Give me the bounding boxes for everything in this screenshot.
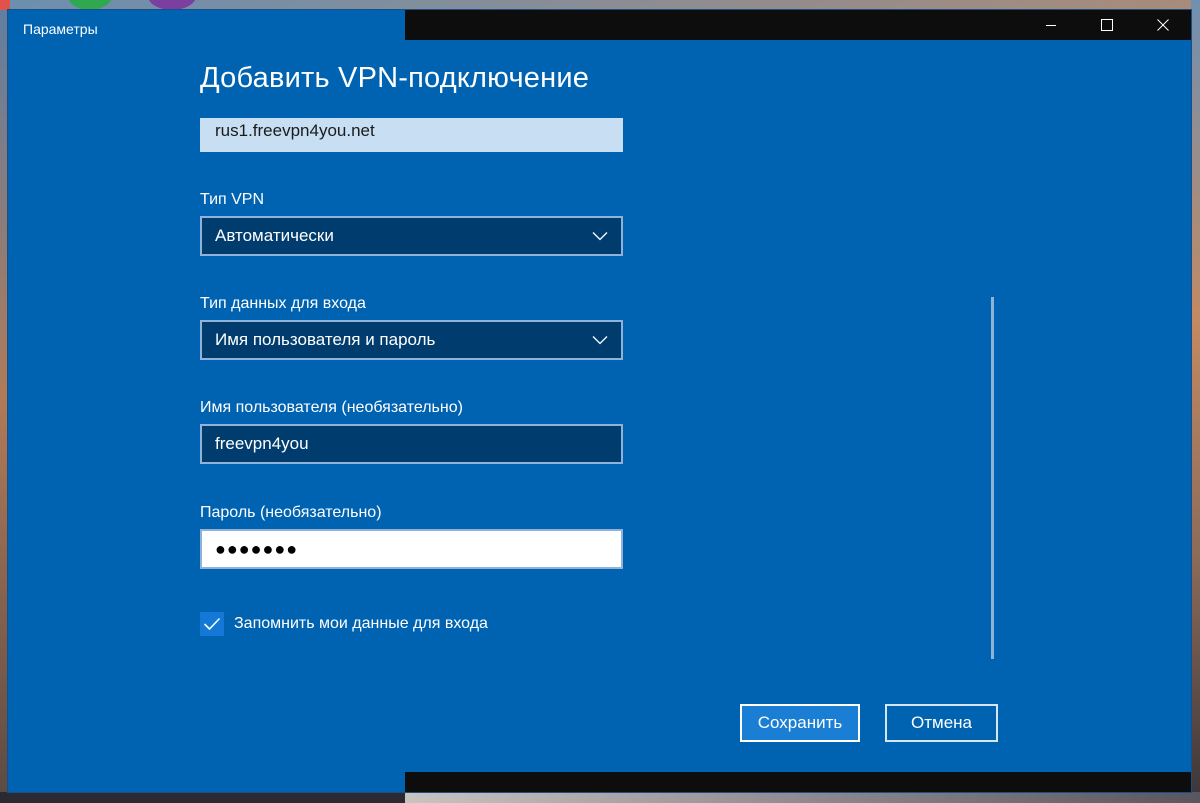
desktop-background-right <box>1191 0 1200 803</box>
username-input[interactable]: freevpn4you <box>200 424 623 464</box>
cancel-button[interactable]: Отмена <box>885 704 998 742</box>
window-footer-dark-region <box>405 772 1191 792</box>
server-address-value: rus1.freevpn4you.net <box>215 121 375 140</box>
signin-type-dropdown[interactable]: Имя пользователя и пароль <box>200 320 623 360</box>
desktop-bottom-light <box>405 792 1200 803</box>
desktop-top-edge <box>0 0 1200 10</box>
signin-type-label: Тип данных для входа <box>200 295 366 312</box>
username-value: freevpn4you <box>215 434 309 453</box>
desktop-background-left <box>0 0 8 803</box>
close-button[interactable] <box>1135 10 1191 40</box>
settings-window: Параметры Добавить VPN-подключение rus1.… <box>8 10 1191 792</box>
password-value: ●●●●●●● <box>215 538 299 559</box>
close-icon <box>1157 19 1169 31</box>
vpn-type-label: Тип VPN <box>200 191 265 208</box>
window-title: Параметры <box>23 21 98 37</box>
window-footer-left <box>8 772 405 792</box>
minimize-button[interactable] <box>1023 10 1079 40</box>
remember-signin-checkbox[interactable] <box>200 612 224 636</box>
remember-signin-checkbox-row[interactable]: Запомнить мои данные для входа <box>200 612 488 636</box>
chevron-down-icon <box>592 232 608 241</box>
minimize-icon <box>1046 25 1056 26</box>
dialog-title: Добавить VPN-подключение <box>200 62 590 94</box>
maximize-button[interactable] <box>1079 10 1135 40</box>
maximize-icon <box>1101 19 1113 31</box>
chevron-down-icon <box>592 336 608 345</box>
checkmark-icon <box>203 617 221 631</box>
window-controls <box>1023 10 1191 40</box>
desktop-icon-green <box>68 0 112 10</box>
vpn-type-selected: Автоматически <box>215 226 334 245</box>
desktop-bottom-edge <box>0 792 1200 803</box>
desktop-icon-red <box>0 0 10 10</box>
username-label: Имя пользователя (необязательно) <box>200 399 463 416</box>
vpn-type-dropdown[interactable]: Автоматически <box>200 216 623 256</box>
password-label: Пароль (необязательно) <box>200 504 382 521</box>
save-button[interactable]: Сохранить <box>740 704 860 742</box>
scrollbar[interactable] <box>991 297 994 659</box>
signin-type-selected: Имя пользователя и пароль <box>215 330 436 349</box>
desktop-icon-purple <box>148 0 196 10</box>
title-bar[interactable]: Параметры <box>8 10 1191 40</box>
server-address-input[interactable]: rus1.freevpn4you.net <box>200 118 623 152</box>
remember-signin-label: Запомнить мои данные для входа <box>234 615 488 632</box>
password-input[interactable]: ●●●●●●● <box>200 529 623 569</box>
